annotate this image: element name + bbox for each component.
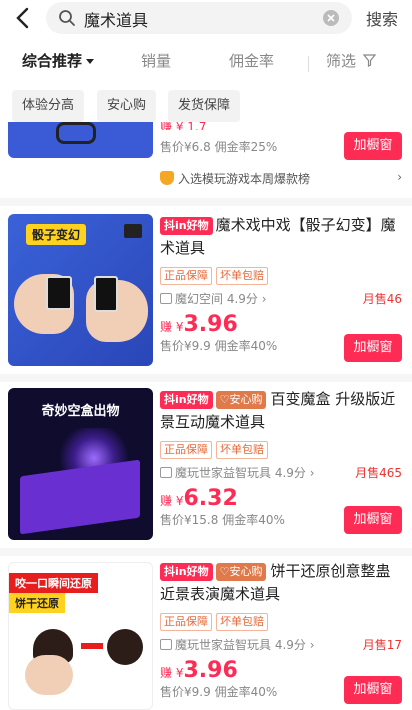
tag: 坏单包赔 [216, 267, 268, 285]
image-caption: 咬一口瞬间还原 [9, 573, 98, 593]
add-to-showcase-button[interactable]: 加橱窗 [344, 676, 402, 704]
filter-icon [362, 54, 377, 67]
price: 售价¥15.8 [160, 513, 219, 527]
shop-row[interactable]: 魔玩世家益智玩具 4.9分 › 月售17 [160, 636, 402, 656]
badge-douyin: 抖in好物 [160, 217, 213, 235]
product-image [8, 122, 153, 158]
add-to-showcase-button[interactable]: 加橱窗 [344, 506, 402, 534]
image-caption: 骰子变幻 [26, 224, 87, 245]
earn-label: 赚 [160, 494, 173, 508]
tag: 坏单包赔 [216, 613, 268, 631]
divider [308, 56, 309, 72]
product-card[interactable]: 骰子变幻 抖in好物 魔术戏中戏【骰子幻变】魔术道具 正品保障 坏单包赔 魔幻空间 … [0, 206, 412, 374]
shop-row[interactable]: 魔幻空间 4.9分 › 月售46 [160, 290, 402, 310]
shop-icon [160, 467, 172, 478]
search-input[interactable]: 魔术道具 [84, 7, 148, 31]
shop-name: 魔幻空间 4.9分 [175, 292, 258, 306]
badge-safe-buy: ♡安心购 [215, 563, 267, 581]
product-card[interactable]: 奇妙空盒出物 抖in好物 ♡安心购 百变魔盒 升级版近景互动魔术道具 正品保障 坏单包… [0, 382, 412, 550]
product-title: 抖in好物 ♡安心购 百变魔盒 升级版近景互动魔术道具 [160, 388, 402, 434]
badge-text: 安心购 [229, 393, 263, 406]
image-caption-2: 饼干还原 [9, 593, 65, 613]
chip-shipping[interactable]: 发货保障 [168, 90, 241, 122]
chip-safe-buy[interactable]: 安心购 [97, 90, 157, 122]
search-icon [59, 10, 75, 26]
earn-value: 6.32 [183, 486, 238, 511]
add-to-showcase-button[interactable]: 加橱窗 [344, 132, 402, 160]
tags: 正品保障 坏单包赔 [160, 610, 402, 631]
search-button[interactable]: 搜索 [366, 6, 398, 30]
sort-tab-label: 综合推荐 [22, 52, 83, 70]
product-info: 抖in好物 魔术戏中戏【骰子幻变】魔术道具 正品保障 坏单包赔 魔幻空间 4.9分 … [160, 214, 402, 354]
ranking-text: 入选模玩游戏本周爆款榜 [178, 172, 311, 186]
price: 售价¥9.9 [160, 339, 211, 353]
tag: 正品保障 [160, 613, 212, 631]
ranking-link[interactable]: 入选模玩游戏本周爆款榜 › [160, 170, 402, 190]
divider [0, 548, 412, 556]
badge-safe-buy: ♡安心购 [215, 391, 267, 409]
price: 售价¥9.9 [160, 685, 211, 699]
badge-douyin: 抖in好物 [160, 563, 213, 581]
top-bar: 魔术道具 搜索 [0, 0, 412, 40]
earn-value: 3.96 [183, 658, 238, 683]
search-box[interactable]: 魔术道具 [46, 2, 352, 34]
tags: 正品保障 坏单包赔 [160, 438, 402, 459]
chip-experience[interactable]: 体验分高 [12, 90, 85, 122]
badge-douyin: 抖in好物 [160, 391, 213, 409]
sort-bar: 综合推荐 销量 佣金率 筛选 [0, 46, 412, 76]
divider [0, 374, 412, 382]
shop-name: 魔玩世家益智玩具 4.9分 [175, 466, 306, 480]
tag: 正品保障 [160, 267, 212, 285]
shop-icon [160, 293, 172, 304]
sort-tab-commission[interactable]: 佣金率 [229, 50, 274, 71]
earn-label: 赚 [160, 320, 173, 334]
monthly-sales: 月售465 [355, 466, 402, 480]
chevron-right-icon: › [397, 170, 402, 184]
filter-label: 筛选 [326, 52, 357, 70]
badge-text: 安心购 [229, 565, 263, 578]
back-arrow-icon[interactable] [10, 4, 38, 32]
tag: 坏单包赔 [216, 441, 268, 459]
product-title: 抖in好物 魔术戏中戏【骰子幻变】魔术道具 [160, 214, 402, 260]
price: 售价¥6.8 [160, 140, 211, 154]
caret-down-icon [86, 59, 95, 64]
shop-name: 魔玩世家益智玩具 4.9分 [175, 638, 306, 652]
product-card[interactable]: 咬一口瞬间还原 饼干还原 抖in好物 ♡安心购 饼干还原创意整蛊近景表演魔术道具 正… [0, 556, 412, 710]
sort-tab-sales[interactable]: 销量 [141, 50, 171, 71]
earn-partial: 赚 ¥ 1.7 [160, 122, 207, 130]
earn-value: 3.96 [183, 312, 238, 337]
clear-icon[interactable] [322, 9, 340, 27]
product-title: 抖in好物 ♡安心购 饼干还原创意整蛊近景表演魔术道具 [160, 560, 402, 606]
commission: 佣金率25% [214, 140, 278, 154]
commission: 佣金率40% [222, 513, 285, 527]
shop-row[interactable]: 魔玩世家益智玩具 4.9分 › 月售465 [160, 464, 402, 484]
sort-tab-comprehensive[interactable]: 综合推荐 [22, 50, 95, 71]
product-image: 骰子变幻 [8, 214, 153, 366]
product-image: 咬一口瞬间还原 饼干还原 [8, 562, 153, 710]
commission: 佣金率40% [214, 685, 278, 699]
monthly-sales: 月售46 [362, 292, 402, 306]
product-image: 奇妙空盒出物 [8, 388, 153, 540]
commission: 佣金率40% [214, 339, 278, 353]
tags: 正品保障 坏单包赔 [160, 264, 402, 285]
tag: 正品保障 [160, 441, 212, 459]
filter-button[interactable]: 筛选 [326, 50, 377, 71]
add-to-showcase-button[interactable]: 加橱窗 [344, 334, 402, 362]
monthly-sales: 月售17 [362, 638, 402, 652]
image-caption: 奇妙空盒出物 [41, 404, 120, 419]
divider [0, 198, 412, 206]
trophy-icon [160, 171, 174, 185]
shop-icon [160, 639, 172, 650]
earn-label: 赚 [160, 666, 173, 680]
